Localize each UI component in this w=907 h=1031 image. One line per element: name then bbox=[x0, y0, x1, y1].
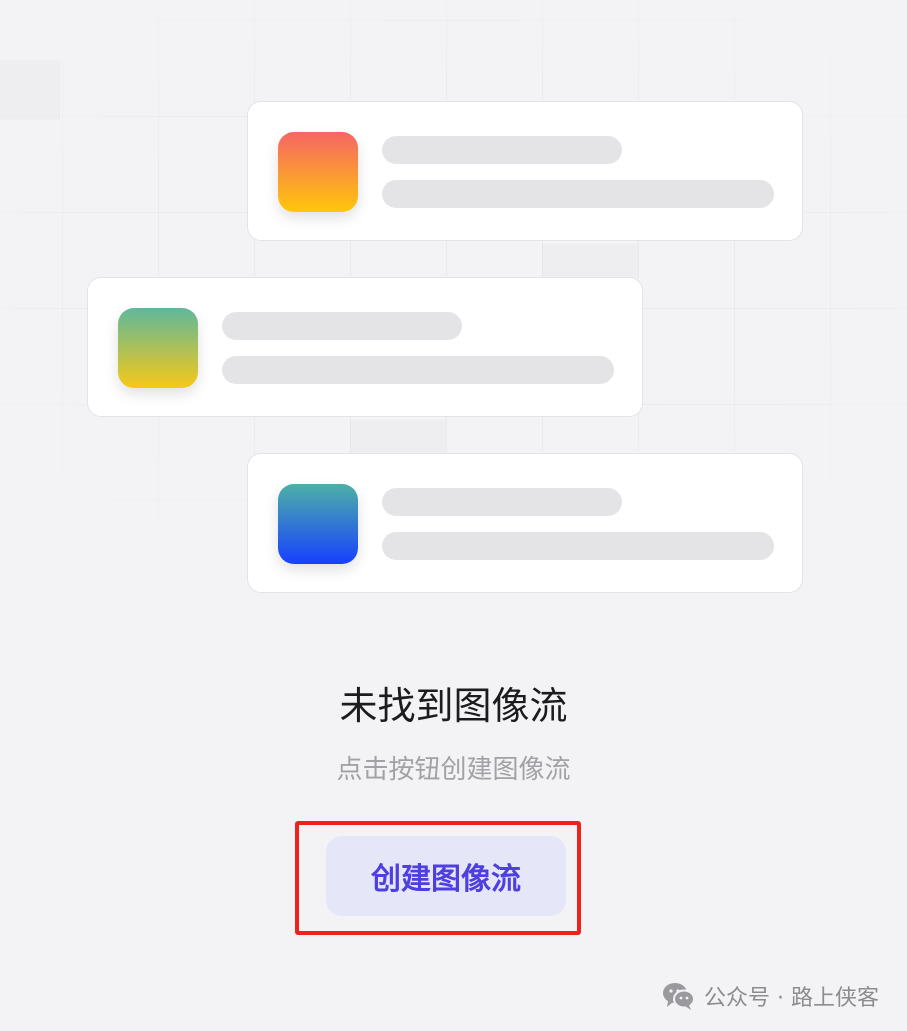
empty-state-title: 未找到图像流 bbox=[339, 684, 568, 728]
app-icon-placeholder bbox=[278, 484, 358, 564]
placeholder-card bbox=[247, 101, 803, 241]
empty-state-subtitle: 点击按钮创建图像流 bbox=[336, 755, 571, 785]
background-shade bbox=[542, 244, 638, 278]
watermark-text: 公众号 · 路上侠客 bbox=[704, 986, 879, 1011]
background-shade bbox=[350, 420, 446, 454]
text-placeholder-line bbox=[222, 312, 462, 340]
create-image-flow-button[interactable]: 创建图像流 bbox=[326, 836, 566, 916]
text-placeholder-line bbox=[382, 532, 774, 560]
wechat-icon bbox=[663, 983, 696, 1010]
background-shade bbox=[0, 60, 60, 120]
text-placeholder-line bbox=[382, 136, 622, 164]
placeholder-card bbox=[87, 277, 643, 417]
text-placeholder-line bbox=[222, 356, 614, 384]
app-icon-placeholder bbox=[278, 132, 358, 212]
app-icon-placeholder bbox=[118, 308, 198, 388]
text-placeholder-line bbox=[382, 488, 622, 516]
watermark: 公众号 · 路上侠客 bbox=[662, 978, 879, 1014]
text-placeholder-line bbox=[382, 180, 774, 208]
placeholder-card bbox=[247, 453, 803, 593]
